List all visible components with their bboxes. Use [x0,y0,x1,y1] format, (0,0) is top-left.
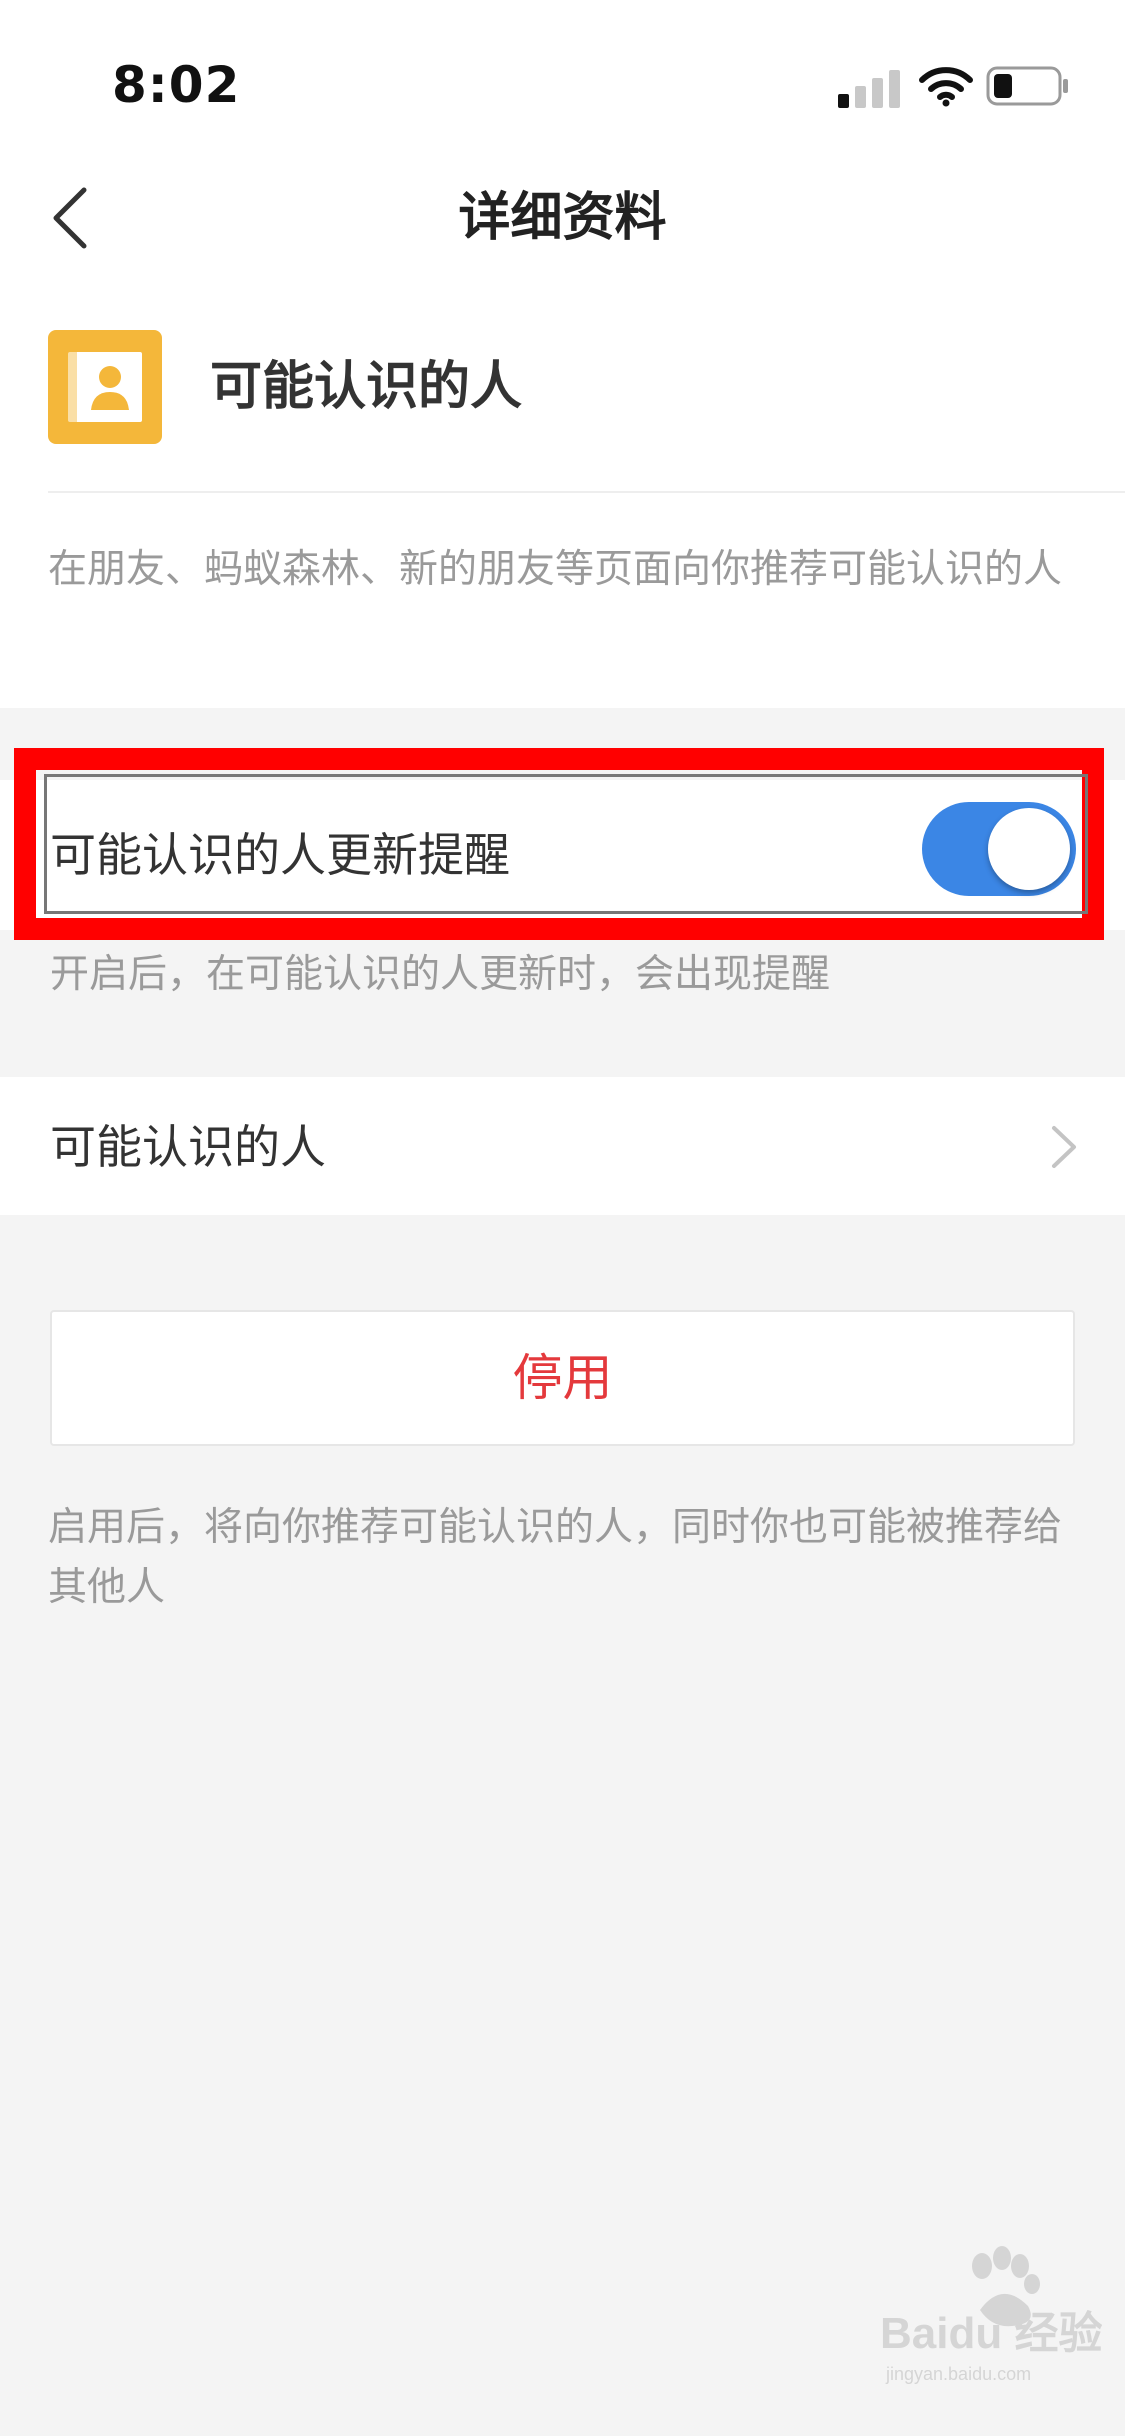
baidu-jingyan-watermark: Baidu 经验 jingyan.baidu.com [862,2240,1102,2390]
highlight-inner-border [44,774,1088,914]
chevron-right-icon [1052,1126,1076,1168]
divider [48,491,1125,493]
contacts-book-icon [48,330,162,444]
watermark-text: Baidu 经验 [880,2309,1102,2358]
app-name: 可能认识的人 [210,357,523,417]
disable-hint: 启用后，将向你推荐可能认识的人，同时你也可能被推荐给其他人 [48,1505,1063,1610]
status-time: 8:02 [112,56,241,114]
wifi-icon [919,67,973,107]
disable-button[interactable]: 停用 [50,1310,1075,1446]
cellular-signal-icon [838,68,902,108]
battery-icon [986,66,1068,106]
chevron-left-icon [53,187,87,249]
people-you-may-know-label: 可能认识的人 [50,1120,326,1174]
app-description: 在朋友、蚂蚁森林、新的朋友等页面向你推荐可能认识的人 [48,547,1063,592]
update-reminder-hint: 开启后，在可能认识的人更新时，会出现提醒 [50,952,831,997]
back-button[interactable] [40,178,100,258]
watermark-subtext: jingyan.baidu.com [885,2364,1031,2384]
